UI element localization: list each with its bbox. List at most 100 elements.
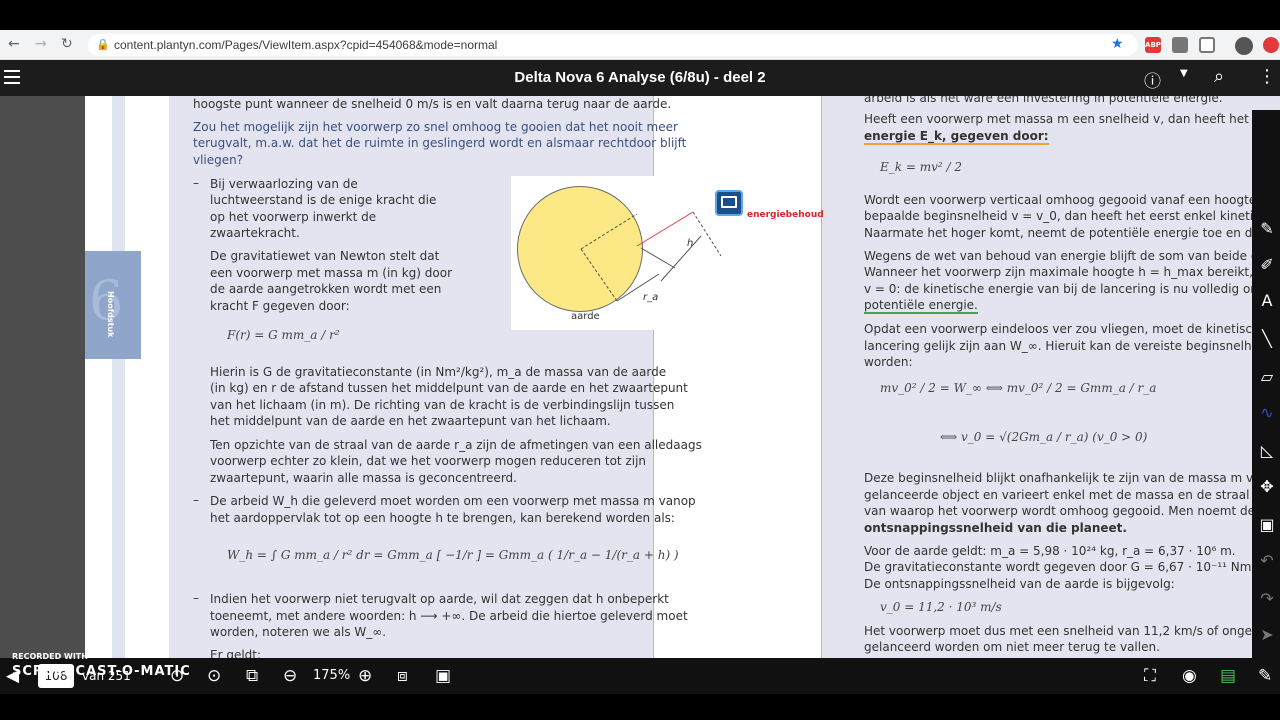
text-line: luchtweerstand is de enige kracht die	[210, 193, 437, 207]
text-line: Voor de aarde geldt: m_a = 5,98 · 10²⁴ k…	[864, 544, 1236, 558]
text-line: (in kg) en r de afstand tussen het midde…	[210, 381, 688, 395]
adblock-icon[interactable]: ABP	[1145, 37, 1161, 53]
extension-red-icon[interactable]	[1263, 37, 1279, 53]
avatar[interactable]	[1235, 37, 1253, 55]
bullet-dash: –	[193, 493, 199, 507]
pen-icon[interactable]: ✎	[1258, 220, 1276, 238]
annotation-toolbar: ✎ ✐ A ╲ ▱ ∿ ◺ ✥ ▣ ↶ ↷ ➤	[1252, 110, 1280, 658]
window-bottom-bar	[0, 694, 1280, 720]
formula-work: W_h = ∫ G mm_a / r² dr = Gmm_a [ −1/r ] …	[227, 548, 679, 562]
image-tool-icon[interactable]: ▣	[1258, 516, 1276, 534]
text-line: ontsnappingssnelheid van die planeet.	[864, 521, 1127, 535]
text-line: Ten opzichte van de straal van de aarde …	[210, 438, 702, 452]
text-line: De gravitatieconstante wordt gegeven doo…	[864, 560, 1280, 574]
text-line: gelanceerde object en varieert enkel met…	[864, 488, 1280, 502]
page-title: Delta Nova 6 Analyse (6/8u) - deel 2	[514, 69, 766, 86]
term-potential: potentiële energie.	[864, 298, 978, 314]
formula-escape-value: v_0 = 11,2 · 10³ m/s	[880, 600, 1002, 614]
text-line: energie E_k, gegeven door:	[864, 128, 1049, 145]
undo-icon[interactable]: ↶	[1258, 552, 1276, 570]
zoom-in-icon[interactable]: ⊕	[358, 666, 372, 686]
forward-icon[interactable]: →	[35, 36, 47, 52]
text-line: De gravitatiewet van Newton stelt dat	[210, 249, 440, 263]
window-top-bar	[0, 0, 1280, 30]
bullet-dash: –	[193, 176, 199, 190]
text-line: potentiële energie.	[864, 297, 978, 314]
edit-icon[interactable]: ✎	[1258, 666, 1272, 686]
formula-gravitation: F(r) = G mm_a / r²	[227, 328, 340, 342]
text-line: Er geldt:	[210, 648, 262, 658]
search-icon[interactable]: ⌕	[1214, 66, 1224, 87]
text-line: Wegens de wet van behoud van energie bli…	[864, 249, 1280, 263]
radius-label: r_a	[643, 292, 659, 303]
figure-lines	[580, 211, 722, 302]
save-icon[interactable]: ▤	[1220, 666, 1236, 686]
reload-icon[interactable]: ↻	[61, 36, 73, 52]
highlighter-icon[interactable]: ✐	[1258, 256, 1276, 274]
image-toggle-icon[interactable]: ▣	[435, 666, 451, 686]
question-line: terugvalt, m.a.w. dat het de ruimte in g…	[193, 136, 687, 150]
fit-icon[interactable]: ⧈	[397, 666, 408, 686]
text-line: Indien het voorwerp niet terugvalt op aa…	[210, 592, 669, 606]
extension-icon[interactable]	[1172, 37, 1188, 53]
bottom-toolbar: ◀ van 251 ⊙ ⊙ ⧉ ⊖ 175% ⊕ ⧈ ▣ ⛶ ◉ ▤ ✎	[0, 658, 1280, 694]
text-line: het middelpunt van de aarde en het zwaar…	[210, 414, 611, 428]
color-icon[interactable]: ∿	[1258, 404, 1276, 422]
text-line: van het lichaam (in m). De richting van …	[210, 398, 675, 412]
line-tool-icon[interactable]: ╲	[1258, 330, 1276, 348]
chapter-label: Hoofdstuk	[106, 291, 115, 338]
page-margin	[112, 96, 125, 658]
image-icon[interactable]	[715, 190, 743, 216]
pointer-icon[interactable]: ➤	[1258, 626, 1276, 644]
text-line: voorwerp echter zo klein, dat we het voo…	[210, 454, 647, 468]
text-line: De arbeid W_h die geleverd moet worden o…	[210, 494, 696, 508]
question-line: vliegen?	[193, 153, 244, 167]
text-line: Opdat een voorwerp eindeloos ver zou vli…	[864, 322, 1280, 336]
text-line: Hierin is G de gravitatieconstante (in N…	[210, 365, 667, 379]
zoom-out-icon[interactable]: ⊖	[283, 666, 297, 686]
formula-kinetic: E_k = mv² / 2	[880, 160, 962, 174]
height-label: h	[687, 238, 694, 249]
text-line: hoogste punt wanneer de snelheid 0 m/s i…	[193, 97, 672, 111]
layout-icon[interactable]: ⧉	[246, 666, 258, 686]
address-bar[interactable]: 🔒 content.plantyn.com/Pages/ViewItem.asp…	[88, 34, 1138, 56]
eraser-icon[interactable]: ▱	[1258, 368, 1276, 386]
document-viewer[interactable]: 6 Hoofdstuk hoogste punt wanneer de snel…	[0, 96, 1280, 658]
formula-escape-1: mv_0² / 2 = W_∞ ⟺ mv_0² / 2 = Gmm_a / r_…	[880, 381, 1157, 395]
back-icon[interactable]: ←	[8, 36, 20, 52]
text-line: het aardoppervlak tot op een hoogte h te…	[210, 511, 675, 525]
bookmark-star-icon[interactable]: ★	[1111, 36, 1124, 52]
url-text: content.plantyn.com/Pages/ViewItem.aspx?…	[114, 38, 498, 52]
help-icon[interactable]: ⓘ	[1144, 67, 1161, 92]
next-icon[interactable]: ⊙	[207, 666, 221, 686]
text-line: op het voorwerp inwerkt de	[210, 210, 377, 224]
text-line: Naarmate het hoger komt, neemt de potent…	[864, 226, 1280, 240]
formula-escape-2: ⟺ v_0 = √(2Gm_a / r_a) (v_0 > 0)	[940, 430, 1148, 444]
text-line: een voorwerp met massa m (in kg) door	[210, 266, 453, 280]
chevron-down-icon[interactable]: ▼	[1180, 68, 1188, 79]
earth-figure: aarde h r_a	[511, 176, 732, 330]
app-header: Delta Nova 6 Analyse (6/8u) - deel 2 ⓘ ▼…	[0, 60, 1280, 96]
book-page-right: arbeid is als het ware een investering i…	[821, 96, 1280, 658]
text-line: worden:	[864, 355, 913, 369]
recorder-brand: SCREENCAST-O-MATIC	[12, 664, 191, 679]
text-line: Bij verwaarlozing van de	[210, 177, 358, 191]
text-line: zwaartepunt, waarin alle massa is geconc…	[210, 471, 517, 485]
fullscreen-icon[interactable]: ⛶	[1144, 666, 1156, 686]
eye-icon[interactable]: ◉	[1182, 666, 1197, 686]
lock-icon: 🔒	[96, 38, 110, 51]
media-label[interactable]: energiebehoud	[747, 210, 824, 220]
book-page-left: 6 Hoofdstuk hoogste punt wanneer de snel…	[85, 96, 821, 658]
move-icon[interactable]: ✥	[1258, 478, 1276, 496]
text-tool-icon[interactable]: A	[1258, 292, 1276, 310]
redo-icon[interactable]: ↷	[1258, 590, 1276, 608]
text-line: van waarop het voorwerp wordt omhoog geg…	[864, 504, 1280, 518]
more-icon[interactable]: ⋮	[1258, 66, 1276, 87]
text-line: worden, noteren we als W_∞.	[210, 625, 387, 639]
pocket-icon[interactable]	[1199, 37, 1215, 53]
shape-tool-icon[interactable]: ◺	[1258, 442, 1276, 460]
text-line: arbeid is als het ware een investering i…	[864, 96, 1223, 105]
text-line: bepaalde beginsnelheid v = v_0, dan heef…	[864, 209, 1280, 223]
browser-toolbar: ← → ↻ 🔒 content.plantyn.com/Pages/ViewIt…	[0, 30, 1280, 60]
recorder-label: RECORDED WITH	[12, 652, 88, 661]
